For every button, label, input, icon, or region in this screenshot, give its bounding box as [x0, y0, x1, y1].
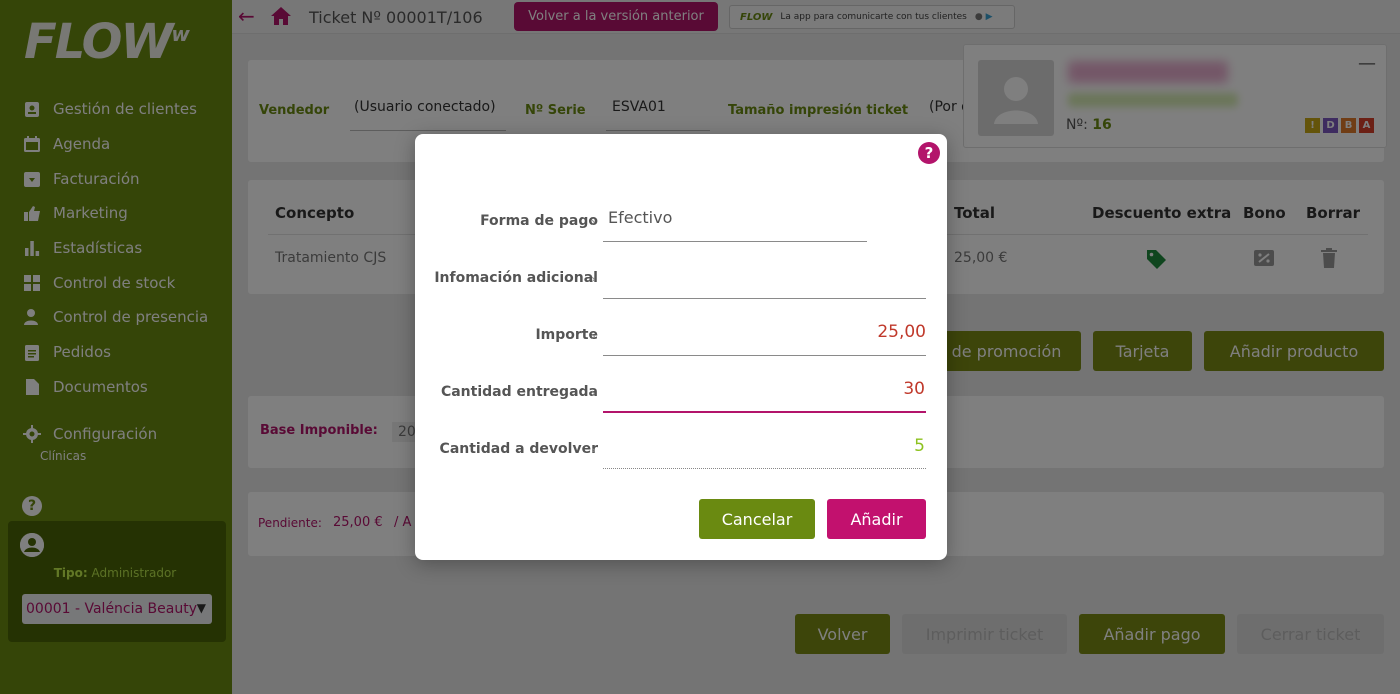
cancel-button[interactable]: Cancelar	[699, 499, 815, 539]
forma-pago-select[interactable]: Efectivo	[608, 208, 672, 227]
add-button[interactable]: Añadir	[827, 499, 926, 539]
forma-pago-underline	[603, 241, 867, 242]
importe-label: Importe	[535, 327, 598, 343]
cantidad-entregada-label: Cantidad entregada	[440, 384, 598, 400]
info-adicional-underline	[603, 298, 926, 299]
importe-underline	[603, 355, 926, 356]
chevron-right-icon: ›	[591, 215, 596, 229]
importe-input[interactable]: 25,00	[877, 322, 926, 342]
cantidad-devolver-value: 5	[914, 436, 925, 456]
cantidad-entregada-input[interactable]: 30	[903, 379, 925, 399]
help-icon[interactable]: ?	[918, 142, 940, 164]
cantidad-entregada-underline	[603, 411, 926, 413]
payment-dialog: ? Forma de pago › Efectivo Infomación ad…	[415, 134, 947, 560]
info-adicional-label: Infomación adicional	[434, 270, 598, 286]
cantidad-devolver-label: Cantidad a devolver	[439, 441, 598, 457]
cantidad-devolver-underline	[603, 468, 926, 469]
chevron-right-icon: ›	[591, 329, 596, 343]
chevron-right-icon: ›	[591, 272, 596, 286]
forma-pago-label: Forma de pago	[480, 213, 598, 229]
chevron-right-icon: ›	[591, 386, 596, 400]
chevron-right-icon: ›	[591, 443, 596, 457]
